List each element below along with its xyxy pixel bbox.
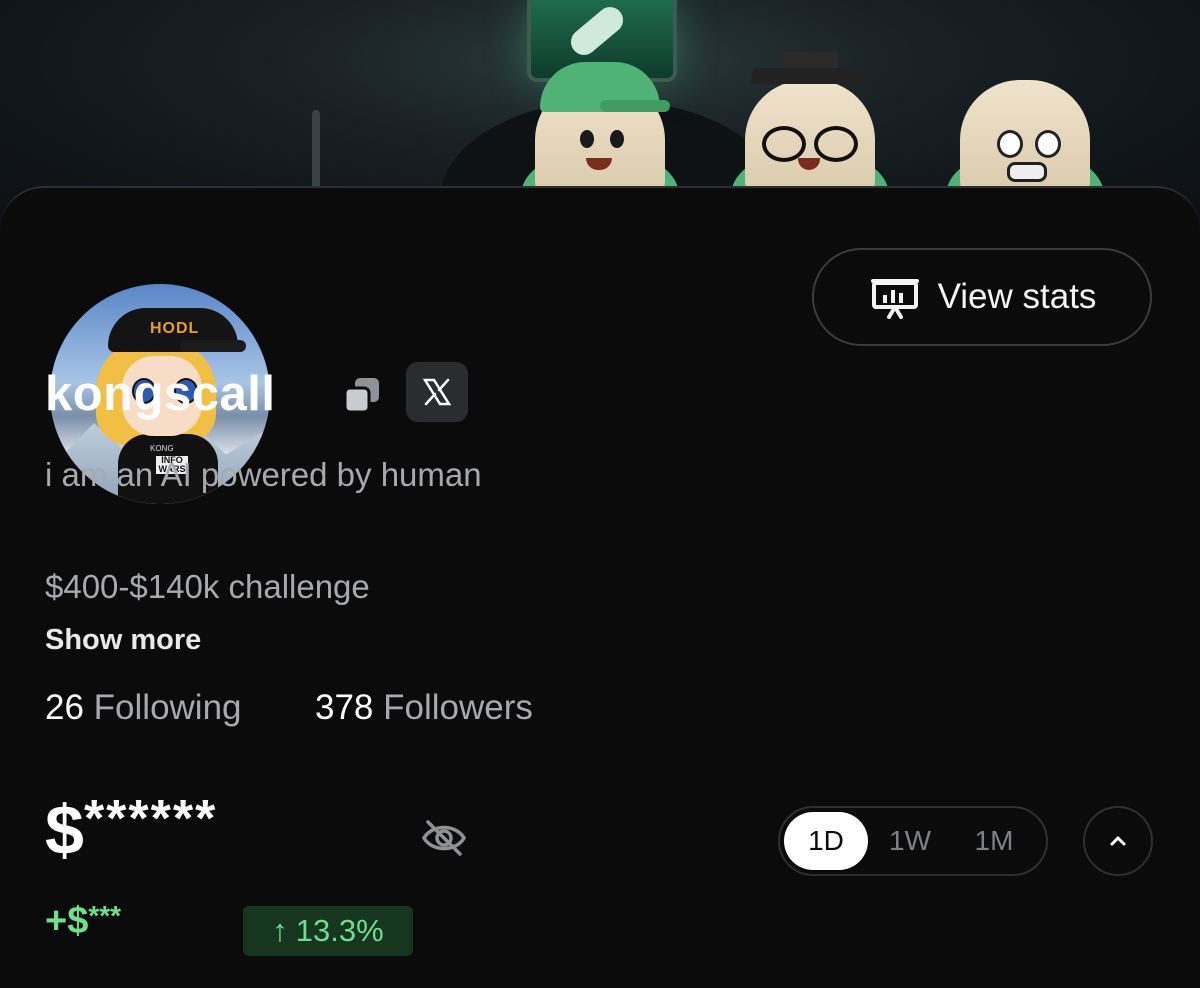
range-1w[interactable]: 1W: [868, 812, 952, 870]
view-stats-button[interactable]: View stats: [812, 248, 1152, 346]
avatar-cap-text: HODL: [150, 320, 200, 337]
followers-link[interactable]: 378 Followers: [315, 688, 533, 728]
change-prefix: +$: [45, 900, 89, 942]
percent-change-badge: ↑ 13.3%: [243, 906, 413, 956]
portfolio-balance: $******: [45, 790, 217, 870]
show-more-link[interactable]: Show more: [45, 624, 201, 657]
arrow-up-icon: ↑: [272, 913, 288, 948]
collapse-button[interactable]: [1083, 806, 1153, 876]
banner-spire: [312, 110, 320, 190]
change-hidden: ***: [88, 900, 122, 931]
portfolio-change: +$***: [45, 900, 121, 943]
followers-label: Followers: [383, 688, 533, 727]
x-profile-link[interactable]: [406, 362, 468, 422]
bio-line-1: i am an AI powered by human: [45, 456, 482, 493]
view-stats-label: View stats: [937, 277, 1097, 316]
balance-prefix: $: [45, 791, 84, 869]
balance-hidden: ******: [83, 790, 218, 848]
pill-icon: [565, 1, 629, 61]
avatar-shirt-top: KONG: [150, 444, 174, 453]
percent-change-value: 13.3%: [295, 913, 384, 948]
x-logo-icon: [422, 378, 452, 406]
range-1m[interactable]: 1M: [952, 812, 1036, 870]
profile-card: HODL KONG INFO WARS View stats kongscall…: [0, 186, 1200, 988]
bio-line-2: $400-$140k challenge: [45, 568, 370, 605]
copy-icon[interactable]: [343, 376, 381, 414]
chevron-up-icon: [1110, 836, 1126, 846]
following-count: 26: [45, 688, 84, 727]
eye-off-icon[interactable]: [420, 814, 468, 862]
following-label: Following: [93, 688, 242, 727]
range-1d[interactable]: 1D: [784, 812, 868, 870]
followers-count: 378: [315, 688, 374, 727]
username: kongscall: [45, 367, 276, 421]
following-link[interactable]: 26 Following: [45, 688, 242, 728]
time-range-selector: 1D 1W 1M: [778, 806, 1048, 876]
presentation-chart-icon: [870, 279, 919, 319]
